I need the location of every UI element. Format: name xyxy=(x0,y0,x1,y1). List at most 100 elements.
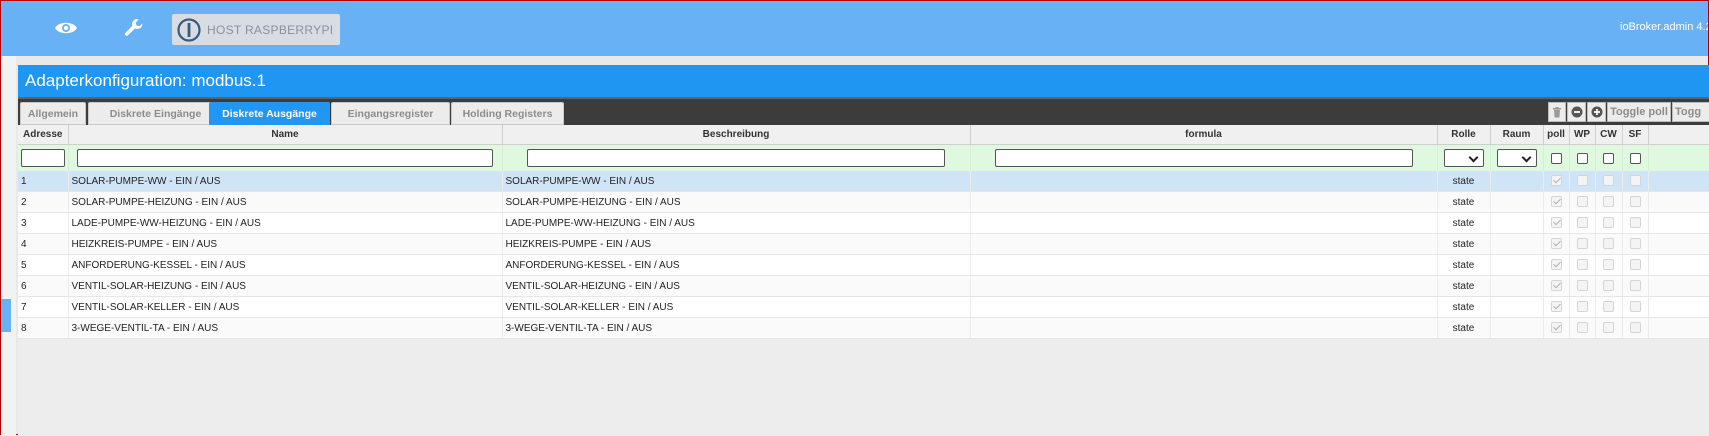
tab-holding-registers[interactable]: Holding Registers xyxy=(451,102,564,125)
cell-formula[interactable] xyxy=(970,296,1438,318)
wp-checkbox[interactable] xyxy=(1576,322,1588,334)
filter-beschreibung-input[interactable] xyxy=(527,149,945,167)
cell-role[interactable]: state xyxy=(1437,254,1491,276)
cell-name[interactable]: LADE-PUMPE-WW-HEIZUNG - EIN / AUS xyxy=(68,212,503,234)
poll-checkbox[interactable] xyxy=(1550,238,1562,250)
toggle-poll-button[interactable]: Toggle poll xyxy=(1607,102,1671,122)
wp-checkbox[interactable] xyxy=(1576,238,1588,250)
wp-checkbox[interactable] xyxy=(1576,217,1588,229)
cell-name[interactable]: SOLAR-PUMPE-WW - EIN / AUS xyxy=(68,171,503,192)
column-header-sf[interactable]: SF xyxy=(1622,125,1649,145)
table-row[interactable]: 3 LADE-PUMPE-WW-HEIZUNG - EIN / AUS LADE… xyxy=(18,212,1709,234)
cell-room[interactable] xyxy=(1490,212,1544,234)
wp-checkbox[interactable] xyxy=(1576,196,1588,208)
cell-room[interactable] xyxy=(1490,191,1544,213)
filter-name-input[interactable] xyxy=(77,149,493,167)
cell-name[interactable]: VENTIL-SOLAR-KELLER - EIN / AUS xyxy=(68,296,503,318)
cell-role[interactable]: state xyxy=(1437,275,1491,297)
cw-checkbox[interactable] xyxy=(1603,196,1614,208)
cell-description[interactable]: 3-WEGE-VENTIL-TA - EIN / AUS xyxy=(502,317,971,339)
table-row[interactable]: 7 VENTIL-SOLAR-KELLER - EIN / AUS VENTIL… xyxy=(18,296,1709,318)
wp-checkbox[interactable] xyxy=(1576,259,1588,271)
column-header-name[interactable]: Name xyxy=(68,125,503,145)
cell-formula[interactable] xyxy=(970,212,1438,234)
table-row[interactable]: 4 HEIZKREIS-PUMPE - EIN / AUS HEIZKREIS-… xyxy=(18,233,1709,255)
sf-checkbox[interactable] xyxy=(1629,175,1641,187)
add-button[interactable] xyxy=(1587,102,1606,122)
eye-icon[interactable] xyxy=(53,15,79,41)
poll-checkbox[interactable] xyxy=(1550,175,1562,187)
sf-checkbox[interactable] xyxy=(1629,238,1641,250)
table-row[interactable]: 6 VENTIL-SOLAR-HEIZUNG - EIN / AUS VENTI… xyxy=(18,275,1709,297)
tab-eingangsregister[interactable]: Eingangsregister xyxy=(331,102,450,125)
cell-room[interactable] xyxy=(1490,171,1544,192)
cw-checkbox[interactable] xyxy=(1603,175,1614,187)
cw-checkbox[interactable] xyxy=(1603,322,1614,334)
cell-room[interactable] xyxy=(1490,254,1544,276)
wp-checkbox[interactable] xyxy=(1576,301,1588,313)
cell-role[interactable]: state xyxy=(1437,212,1491,234)
cell-formula[interactable] xyxy=(970,171,1438,192)
tab-diskrete-eingaenge[interactable]: Diskrete Eingänge xyxy=(88,102,223,125)
cw-checkbox[interactable] xyxy=(1603,301,1614,313)
filter-rolle-select[interactable] xyxy=(1443,149,1484,167)
cell-role[interactable]: state xyxy=(1437,191,1491,213)
host-button[interactable]: HOST RASPBERRYPI xyxy=(172,14,340,45)
cell-address[interactable]: 1 xyxy=(18,171,69,192)
filter-formula-input[interactable] xyxy=(994,149,1413,167)
wp-checkbox[interactable] xyxy=(1576,175,1588,187)
sf-checkbox[interactable] xyxy=(1629,217,1641,229)
cw-checkbox[interactable] xyxy=(1603,280,1614,292)
wp-checkbox[interactable] xyxy=(1576,280,1588,292)
cell-room[interactable] xyxy=(1490,275,1544,297)
cw-checkbox[interactable] xyxy=(1603,238,1614,250)
cell-name[interactable]: SOLAR-PUMPE-HEIZUNG - EIN / AUS xyxy=(68,191,503,213)
poll-checkbox[interactable] xyxy=(1550,301,1562,313)
cell-formula[interactable] xyxy=(970,254,1438,276)
table-row[interactable]: 5 ANFORDERUNG-KESSEL - EIN / AUS ANFORDE… xyxy=(18,254,1709,276)
sf-checkbox[interactable] xyxy=(1629,280,1641,292)
cell-address[interactable]: 6 xyxy=(18,275,69,297)
cell-role[interactable]: state xyxy=(1437,233,1491,255)
cell-name[interactable]: ANFORDERUNG-KESSEL - EIN / AUS xyxy=(68,254,503,276)
cell-formula[interactable] xyxy=(970,191,1438,213)
cell-address[interactable]: 7 xyxy=(18,296,69,318)
cw-checkbox[interactable] xyxy=(1603,217,1614,229)
filter-poll-checkbox[interactable] xyxy=(1550,152,1562,164)
column-header-beschreibung[interactable]: Beschreibung xyxy=(502,125,971,145)
column-header-raum[interactable]: Raum xyxy=(1490,125,1544,145)
poll-checkbox[interactable] xyxy=(1550,217,1562,229)
cell-address[interactable]: 4 xyxy=(18,233,69,255)
column-header-wp[interactable]: WP xyxy=(1569,125,1596,145)
column-header-adresse[interactable]: Adresse xyxy=(18,125,69,145)
cw-checkbox[interactable] xyxy=(1603,259,1614,271)
poll-checkbox[interactable] xyxy=(1550,322,1562,334)
sf-checkbox[interactable] xyxy=(1629,196,1641,208)
sf-checkbox[interactable] xyxy=(1629,259,1641,271)
filter-wp-checkbox[interactable] xyxy=(1576,152,1588,164)
sf-checkbox[interactable] xyxy=(1629,301,1641,313)
cell-description[interactable]: SOLAR-PUMPE-HEIZUNG - EIN / AUS xyxy=(502,191,971,213)
table-row[interactable]: 8 3-WEGE-VENTIL-TA - EIN / AUS 3-WEGE-VE… xyxy=(18,317,1709,339)
cell-description[interactable]: ANFORDERUNG-KESSEL - EIN / AUS xyxy=(502,254,971,276)
remove-button[interactable] xyxy=(1567,102,1586,122)
tab-diskrete-ausgaenge[interactable]: Diskrete Ausgänge xyxy=(209,102,330,125)
column-header-poll[interactable]: poll xyxy=(1543,125,1570,145)
cell-formula[interactable] xyxy=(970,275,1438,297)
column-header-rolle[interactable]: Rolle xyxy=(1437,125,1491,145)
cell-name[interactable]: 3-WEGE-VENTIL-TA - EIN / AUS xyxy=(68,317,503,339)
cell-role[interactable]: state xyxy=(1437,317,1491,339)
column-header-formula[interactable]: formula xyxy=(970,125,1438,145)
cell-room[interactable] xyxy=(1490,317,1544,339)
cell-room[interactable] xyxy=(1490,296,1544,318)
cell-description[interactable]: VENTIL-SOLAR-HEIZUNG - EIN / AUS xyxy=(502,275,971,297)
filter-sf-checkbox[interactable] xyxy=(1629,152,1641,164)
cell-name[interactable]: HEIZKREIS-PUMPE - EIN / AUS xyxy=(68,233,503,255)
cell-address[interactable]: 3 xyxy=(18,212,69,234)
cell-role[interactable]: state xyxy=(1437,296,1491,318)
filter-raum-select[interactable] xyxy=(1496,149,1537,167)
cell-formula[interactable] xyxy=(970,317,1438,339)
cell-description[interactable]: LADE-PUMPE-WW-HEIZUNG - EIN / AUS xyxy=(502,212,971,234)
cell-address[interactable]: 8 xyxy=(18,317,69,339)
delete-button[interactable] xyxy=(1548,102,1566,122)
